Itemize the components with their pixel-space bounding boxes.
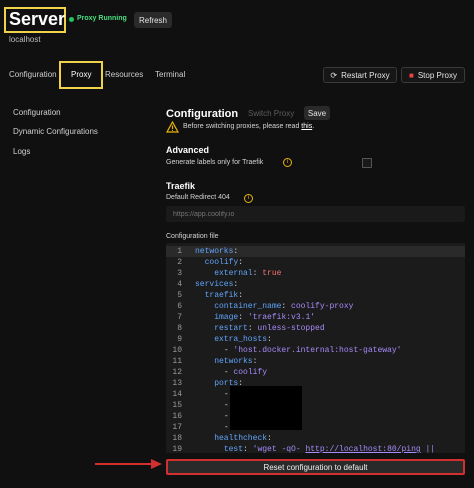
line-number: 2 [177, 258, 182, 267]
proxy-status-badge: Proxy Running [77, 15, 127, 22]
line-number: 10 [172, 346, 182, 355]
line-number: 5 [177, 291, 182, 300]
status-dot-icon [69, 17, 74, 22]
refresh-button[interactable]: Refresh [134, 12, 172, 28]
line-number: 14 [172, 390, 182, 399]
line-number: 13 [172, 379, 182, 388]
code-text: - [223, 390, 229, 399]
traefik-labels-label: Generate labels only for Traefik [166, 159, 264, 166]
code-line[interactable]: 2 coolify: [166, 257, 465, 268]
traefik-labels-checkbox[interactable] [362, 158, 372, 168]
line-number: 19 [172, 445, 182, 453]
advanced-heading: Advanced [166, 145, 210, 155]
switch-warning-text: Before switching proxies, please read th… [183, 123, 315, 130]
info-icon[interactable]: i [283, 158, 292, 167]
code-line[interactable]: 4 services: [166, 279, 465, 290]
sidebar-item-dynamic-configurations[interactable]: Dynamic Configurations [13, 127, 98, 136]
line-number: 17 [172, 423, 182, 432]
server-subtitle: localhost [9, 35, 41, 44]
code-text: coolify: [204, 258, 244, 267]
line-number: 15 [172, 401, 182, 410]
code-text: extra_hosts: [214, 335, 272, 344]
configuration-heading: Configuration [166, 108, 239, 120]
code-text: - [223, 423, 229, 432]
code-line[interactable]: 10 - 'host.docker.internal:host-gateway' [166, 345, 465, 356]
code-text: services: [195, 280, 239, 289]
code-text: restart: unless-stopped [214, 324, 325, 333]
configuration-file-label: Configuration file [166, 233, 219, 240]
switch-proxy-button[interactable]: Switch Proxy [248, 109, 294, 118]
annotation-arrow-icon [95, 459, 162, 469]
code-line[interactable]: 5 traefik: [166, 290, 465, 301]
line-number: 8 [177, 324, 182, 333]
tab-resources[interactable]: Resources [105, 70, 143, 79]
code-line[interactable]: 3 external: true [166, 268, 465, 279]
sidebar-item-logs[interactable]: Logs [13, 147, 30, 156]
code-text: container_name: coolify-proxy [214, 302, 354, 311]
config-file-editor[interactable]: 1 networks: 2 coolify: 3 external: true 4 ser… [166, 243, 465, 453]
code-line[interactable]: 11 networks: [166, 356, 465, 367]
code-line[interactable]: 9 extra_hosts: [166, 334, 465, 345]
line-number: 11 [172, 357, 182, 366]
code-text: - coolify [223, 368, 268, 377]
stop-icon: ■ [409, 70, 414, 80]
code-text: traefik: [204, 291, 244, 300]
code-text: - [223, 401, 229, 410]
code-text: test: 'wget -qO- http://localhost:80/pin… [223, 445, 436, 453]
sidebar-item-configuration[interactable]: Configuration [13, 108, 61, 117]
line-number: 7 [177, 313, 182, 322]
stop-proxy-button[interactable]: ■ Stop Proxy [401, 67, 465, 83]
save-button[interactable]: Save [304, 106, 330, 120]
code-line[interactable]: 19 test: 'wget -qO- http://localhost:80/… [166, 444, 465, 453]
line-number: 16 [172, 412, 182, 421]
traefik-heading: Traefik [166, 181, 196, 191]
warning-icon [166, 121, 179, 133]
line-number: 18 [172, 434, 182, 443]
tab-configuration[interactable]: Configuration [9, 70, 57, 79]
restart-proxy-label: Restart Proxy [341, 70, 390, 80]
line-number: 6 [177, 302, 182, 311]
info-icon[interactable]: i [244, 194, 253, 203]
code-line[interactable]: 1 networks: [166, 246, 465, 257]
tab-highlight-box [59, 61, 103, 89]
page-title: Server [9, 9, 66, 29]
switch-warning-link[interactable]: this [301, 123, 312, 130]
redirect-404-label: Default Redirect 404 [166, 194, 230, 201]
line-number: 9 [177, 335, 182, 344]
code-line[interactable]: 8 restart: unless-stopped [166, 323, 465, 334]
code-text: external: true [214, 269, 282, 278]
code-line[interactable]: 14 - [166, 389, 465, 400]
line-number: 3 [177, 269, 182, 278]
code-text: healthcheck: [214, 434, 272, 443]
redirect-404-input[interactable] [166, 206, 465, 222]
tab-terminal[interactable]: Terminal [155, 70, 185, 79]
restart-icon: ⟳ [330, 70, 338, 80]
code-line[interactable]: 6 container_name: coolify-proxy [166, 301, 465, 312]
line-number: 12 [172, 368, 182, 377]
redacted-region [230, 386, 302, 430]
code-text: - [223, 412, 229, 421]
code-line[interactable]: 7 image: 'traefik:v3.1' [166, 312, 465, 323]
code-line[interactable]: 16 - [166, 411, 465, 422]
code-line[interactable]: 12 - coolify [166, 367, 465, 378]
code-line[interactable]: 17 - [166, 422, 465, 433]
reset-configuration-button[interactable]: Reset configuration to default [166, 459, 465, 475]
code-line[interactable]: 18 healthcheck: [166, 433, 465, 444]
code-text: image: 'traefik:v3.1' [214, 313, 316, 322]
line-number: 1 [177, 247, 182, 256]
code-line[interactable]: 15 - [166, 400, 465, 411]
code-line[interactable]: 13 ports: [166, 378, 465, 389]
stop-proxy-label: Stop Proxy [417, 70, 457, 80]
line-number: 4 [177, 280, 182, 289]
code-text: networks: [195, 247, 239, 256]
code-text: - 'host.docker.internal:host-gateway' [223, 346, 402, 355]
restart-proxy-button[interactable]: ⟳ Restart Proxy [323, 67, 397, 83]
code-text: networks: [214, 357, 258, 366]
